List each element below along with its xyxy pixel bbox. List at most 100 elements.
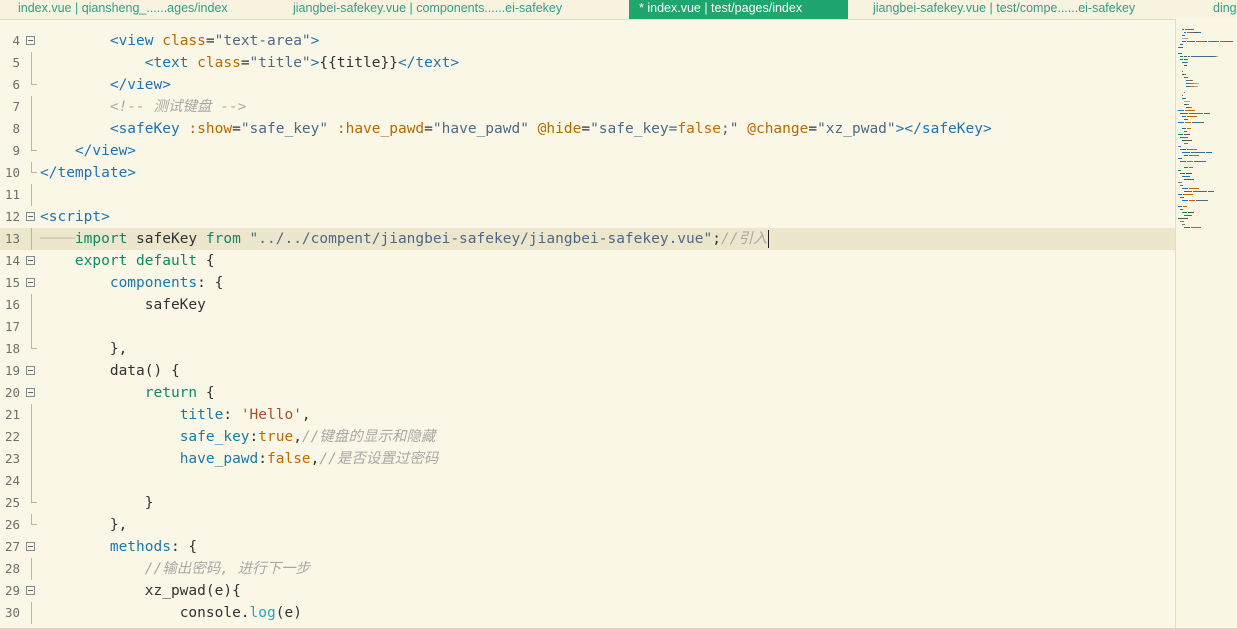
code-token: {{title}} [319,55,398,71]
code-line[interactable]: 14 export default { [0,250,1175,272]
code-line[interactable]: 5 <text class="title">{{title}}</text> [0,52,1175,74]
fold-toggle-icon[interactable] [26,212,35,221]
minimap-mark [1180,185,1183,186]
code-line[interactable]: 23 have_pawd:false,//是否设置过密码 [0,448,1175,470]
minimap-mark [1182,116,1186,117]
line-number: 21 [4,407,20,422]
code-token: "have_pawd" [432,121,529,137]
tab-index-vue-test-active[interactable]: * index.vue | test/pages/index [629,0,848,19]
minimap-mark [1187,161,1193,162]
tab-jiangbei-safekey-test[interactable]: jiangbei-safekey.vue | test/compe......e… [863,0,1193,19]
code-token: from [205,231,241,247]
minimap-mark [1189,113,1203,114]
code-line[interactable]: 27 methods: { [0,536,1175,558]
code-editor[interactable]: 4 <view class="text-area"> 5 <text class=… [0,19,1175,630]
code-token: : { [197,275,224,291]
code-line[interactable]: 29 xz_pwad(e){ [0,580,1175,602]
tab-index-vue-qiansheng[interactable]: index.vue | qiansheng_......ages/index [8,0,268,19]
fold-guide [31,404,32,426]
code-line[interactable]: 4 <view class="text-area"> [0,30,1175,52]
minimap-mark [1228,41,1233,42]
code-token: false [677,121,722,137]
code-line[interactable]: 17 [0,316,1175,338]
code-line[interactable]: 30 console.log(e) [0,602,1175,624]
fold-toggle-icon[interactable] [26,366,35,375]
line-number: 18 [4,341,20,356]
fold-guide [31,558,32,580]
fold-toggle-icon[interactable] [26,36,35,45]
tab-ding[interactable]: ding [1203,0,1237,19]
code-line[interactable]: 8 <safeKey :show="safe_key" :have_pawd="… [0,118,1175,140]
minimap-mark [1188,212,1194,213]
code-text: components: { [40,272,224,294]
code-token: : [223,407,241,423]
code-line[interactable]: 6 </view> [0,74,1175,96]
line-number: 23 [4,451,20,466]
minimap-mark [1189,188,1199,189]
code-text: have_pawd:false,//是否设置过密码 [40,448,439,470]
code-text: export default { [40,250,215,272]
code-line[interactable]: 19 data() { [0,360,1175,382]
fold-guide [31,52,32,74]
fold-toggle-icon[interactable] [26,586,35,595]
code-line[interactable]: 20 return { [0,382,1175,404]
code-token: class [162,33,206,49]
code-text: ────import safeKey from "../../compent/j… [40,228,767,250]
fold-guide [31,470,32,492]
code-text: <safeKey :show="safe_key" :have_pawd="ha… [40,118,992,140]
code-line[interactable]: 24 [0,470,1175,492]
minimap-mark [1180,56,1183,57]
code-line[interactable]: 11 [0,184,1175,206]
code-line[interactable]: 12 <script> [0,206,1175,228]
fold-toggle-icon[interactable] [26,388,35,397]
code-line[interactable]: 18 }, [0,338,1175,360]
fold-toggle-icon[interactable] [26,256,35,265]
fold-toggle-icon[interactable] [26,542,35,551]
minimap-mark [1180,44,1183,45]
code-token: , [293,429,302,445]
code-text: title: 'Hello', [40,404,311,426]
code-token: //键盘的显示和隐藏 [301,429,436,445]
tab-jiangbei-safekey-components[interactable]: jiangbei-safekey.vue | components......e… [283,0,613,19]
minimap-mark [1184,143,1188,144]
code-line[interactable]: 7 <!-- 测试键盘 --> [0,96,1175,118]
minimap-mark [1184,32,1186,33]
minimap-mark [1180,59,1183,60]
minimap-mark [1182,140,1192,141]
code-line[interactable]: 26 }, [0,514,1175,536]
code-token: data [109,363,145,379]
code-text: methods: { [40,536,197,558]
code-text: console.log(e) [40,602,302,624]
code-line[interactable]: 25 } [0,492,1175,514]
minimap-mark [1184,134,1190,135]
line-number: 19 [4,363,20,378]
editor-tab-bar: index.vue | qiansheng_......ages/index j… [0,0,1237,20]
code-line[interactable]: 13 ────import safeKey from "../../compent… [0,228,1175,250]
fold-guide [31,118,32,140]
fold-toggle-icon[interactable] [26,278,35,287]
code-line[interactable]: 16 safeKey [0,294,1175,316]
code-line[interactable]: 9 </view> [0,140,1175,162]
minimap[interactable] [1175,19,1237,630]
minimap-mark [1198,32,1201,33]
minimap-mark [1178,134,1183,135]
fold-guide [31,426,32,448]
code-line[interactable]: 10 </template> [0,162,1175,184]
code-line[interactable]: 21 title: 'Hello', [0,404,1175,426]
code-line[interactable]: 28 //输出密码, 进行下一步 [0,558,1175,580]
code-line[interactable]: 22 safe_key:true,//键盘的显示和隐藏 [0,426,1175,448]
code-line[interactable]: 15 components: { [0,272,1175,294]
